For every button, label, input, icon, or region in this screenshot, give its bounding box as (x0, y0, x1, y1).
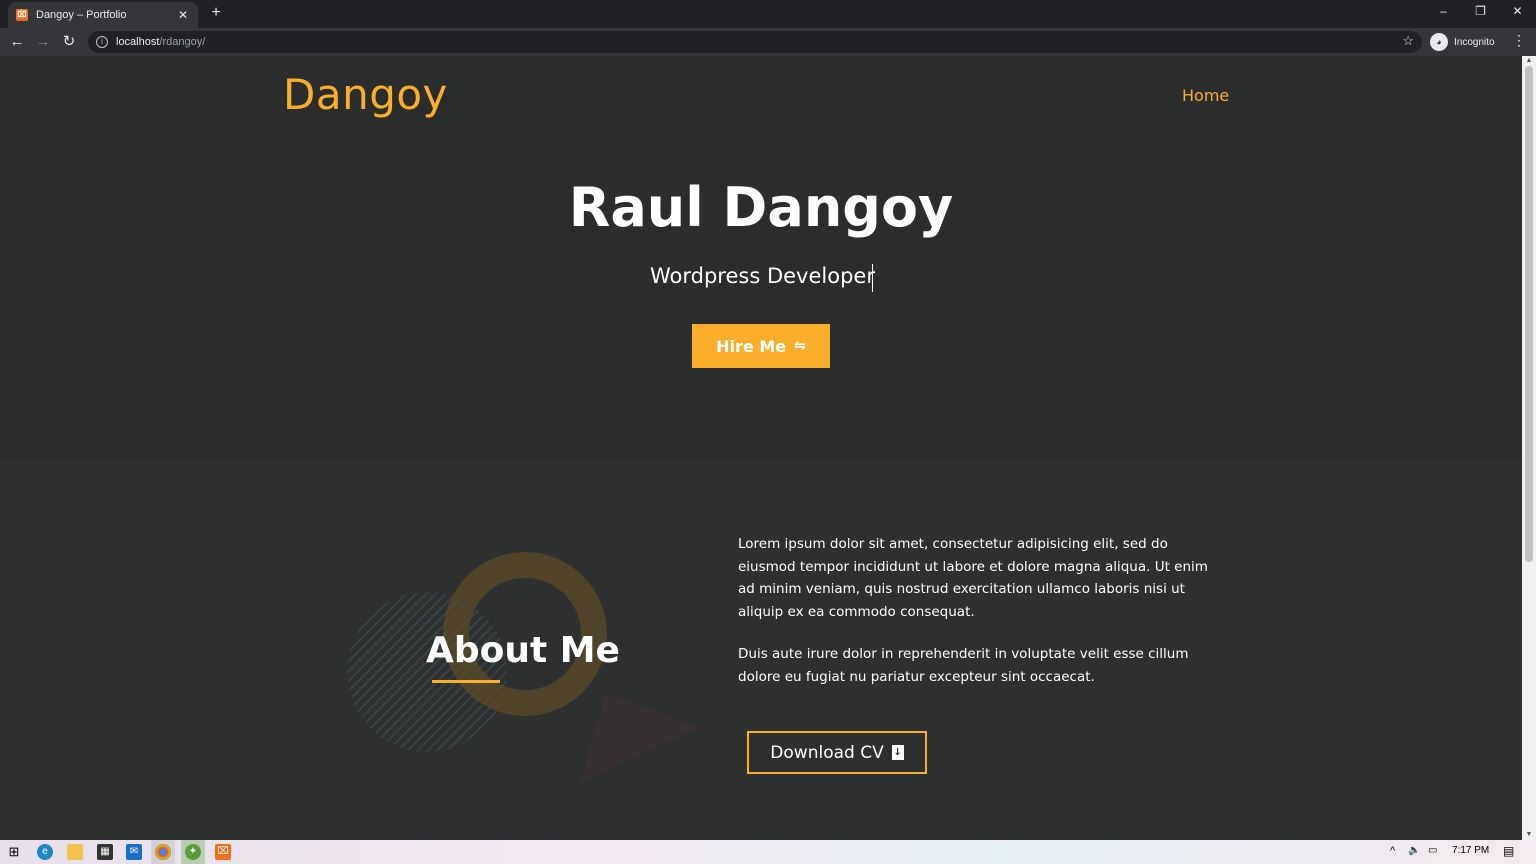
about-paragraph-1: Lorem ipsum dolor sit amet, consectetur … (738, 536, 1208, 620)
file-download-icon: ↓ (891, 745, 904, 760)
hire-me-button[interactable]: Hire Me ⇋ (692, 324, 830, 368)
browser-tabbar: ⌧ Dangoy – Portfolio ✕ + – ❐ ✕ (0, 0, 1536, 28)
clock[interactable]: 7:17 PM (1452, 845, 1489, 856)
volume-icon[interactable]: 🔈 (1408, 845, 1420, 856)
scroll-down-arrow-icon[interactable]: ▼ (1524, 831, 1534, 839)
nav-link-home[interactable]: Home (1182, 86, 1229, 105)
tray-chevron-icon[interactable]: ^ (1390, 845, 1395, 857)
incognito-label: Incognito (1454, 36, 1495, 48)
scroll-up-arrow-icon[interactable]: ▲ (1524, 57, 1534, 65)
store-icon[interactable]: ▦ (97, 844, 113, 860)
xampp-icon[interactable]: ⌧ (215, 844, 231, 860)
incognito-indicator[interactable]: ◕ Incognito (1430, 31, 1495, 53)
minimize-button[interactable]: – (1425, 0, 1462, 24)
typing-caret (872, 264, 873, 292)
windows-start-icon[interactable]: ⊞ (6, 844, 22, 860)
browser-tab[interactable]: ⌧ Dangoy – Portfolio ✕ (8, 2, 198, 28)
about-title-underline (432, 680, 500, 683)
hero-role: Wordpress Developer (650, 264, 875, 288)
file-explorer-icon[interactable] (67, 844, 83, 860)
back-button[interactable]: ← (7, 32, 27, 52)
browser-toolbar: ← → ↻ i localhost/rdangoy/ ☆ ◕ Incognito… (0, 28, 1536, 56)
new-tab-button[interactable]: + (207, 4, 225, 22)
incognito-icon: ◕ (1430, 33, 1448, 51)
hero-section: Dangoy Home Raul Dangoy Wordpress Develo… (0, 56, 1522, 458)
app-icon[interactable]: ✦ (185, 844, 201, 860)
address-bar[interactable]: i localhost/rdangoy/ ☆ (88, 31, 1422, 53)
scroll-thumb[interactable] (1525, 66, 1533, 562)
about-paragraph-2: Duis aute irure dolor in reprehenderit i… (738, 646, 1189, 685)
download-cv-button[interactable]: Download CV ↓ (747, 731, 927, 774)
handshake-icon: ⇋ (794, 338, 806, 354)
close-tab-icon[interactable]: ✕ (176, 8, 190, 22)
restore-button[interactable]: ❐ (1462, 0, 1499, 24)
chrome-icon[interactable] (155, 844, 171, 860)
windows-taskbar: ⊞ e ▦ ✉ ✦ ⌧ ^ 🔈 ▭ 7:17 PM ▤ (0, 840, 1536, 864)
mail-icon[interactable]: ✉ (126, 844, 142, 860)
download-cv-label: Download CV (770, 742, 884, 763)
about-section: About Me Lorem ipsum dolor sit amet, con… (0, 458, 1522, 840)
reload-button[interactable]: ↻ (59, 32, 79, 52)
tab-title: Dangoy – Portfolio (36, 9, 127, 21)
url-host: localhost (116, 36, 160, 48)
site-logo[interactable]: Dangoy (283, 70, 448, 119)
notification-icon[interactable]: ▤ (1503, 844, 1514, 858)
about-text: Lorem ipsum dolor sit amet, consectetur … (738, 533, 1208, 688)
browser-menu-icon[interactable]: ⋮ (1512, 32, 1526, 49)
xampp-favicon-icon: ⌧ (16, 9, 28, 21)
about-title: About Me (426, 630, 620, 671)
url-path: /rdangoy/ (159, 36, 206, 48)
web-page: Dangoy Home Raul Dangoy Wordpress Develo… (0, 56, 1522, 840)
bookmark-star-icon[interactable]: ☆ (1402, 33, 1414, 49)
info-icon[interactable]: i (96, 36, 108, 48)
hire-me-label: Hire Me (716, 336, 787, 356)
page-scrollbar[interactable]: ▲ ▼ (1522, 56, 1536, 840)
forward-button[interactable]: → (33, 32, 53, 52)
screen: ⌧ Dangoy – Portfolio ✕ + – ❐ ✕ ← → ↻ i l… (0, 0, 1536, 864)
network-icon[interactable]: ▭ (1428, 845, 1437, 856)
close-window-button[interactable]: ✕ (1499, 0, 1536, 24)
window-controls: – ❐ ✕ (1425, 0, 1536, 28)
hero-name: Raul Dangoy (568, 176, 954, 239)
edge-icon[interactable]: e (37, 844, 53, 860)
